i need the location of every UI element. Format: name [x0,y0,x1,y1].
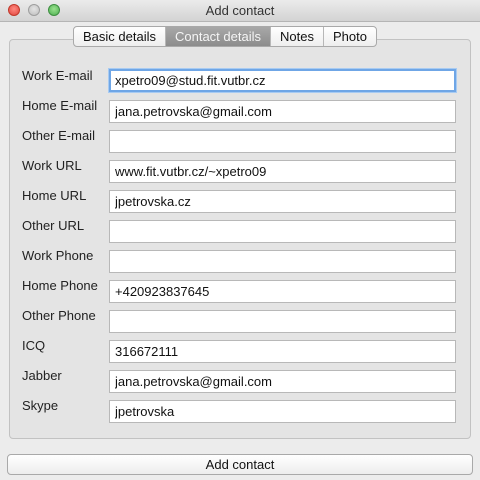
other-url-label: Other URL [22,218,85,233]
work-url-field[interactable] [109,160,456,183]
icq-field[interactable] [109,340,456,363]
jabber-field[interactable] [109,370,456,393]
work-phone-field[interactable] [109,250,456,273]
tab-basic-details[interactable]: Basic details [74,27,166,46]
home-phone-label: Home Phone [22,278,98,293]
work-email-field[interactable] [109,69,456,92]
work-email-label: Work E-mail [22,68,93,83]
tab-photo[interactable]: Photo [324,27,376,46]
skype-label: Skype [22,398,59,413]
home-phone-field[interactable] [109,280,456,303]
tab-notes[interactable]: Notes [271,27,324,46]
icq-label: ICQ [22,338,46,353]
add-contact-window: Add contact Basic details Contact detail… [0,0,480,480]
home-email-label: Home E-mail [22,98,98,113]
home-email-field[interactable] [109,100,456,123]
tab-bar: Basic details Contact details Notes Phot… [73,26,377,47]
skype-field[interactable] [109,400,456,423]
other-email-label: Other E-mail [22,128,95,143]
add-contact-button[interactable]: Add contact [7,454,473,475]
home-url-field[interactable] [109,190,456,213]
title-bar: Add contact [0,0,480,22]
home-url-label: Home URL [22,188,87,203]
work-url-label: Work URL [22,158,82,173]
other-phone-field[interactable] [109,310,456,333]
tab-contact-details[interactable]: Contact details [165,27,271,46]
other-email-field[interactable] [109,130,456,153]
other-phone-label: Other Phone [22,308,96,323]
work-phone-label: Work Phone [22,248,94,263]
other-url-field[interactable] [109,220,456,243]
window-title: Add contact [205,3,275,18]
jabber-label: Jabber [22,368,62,383]
